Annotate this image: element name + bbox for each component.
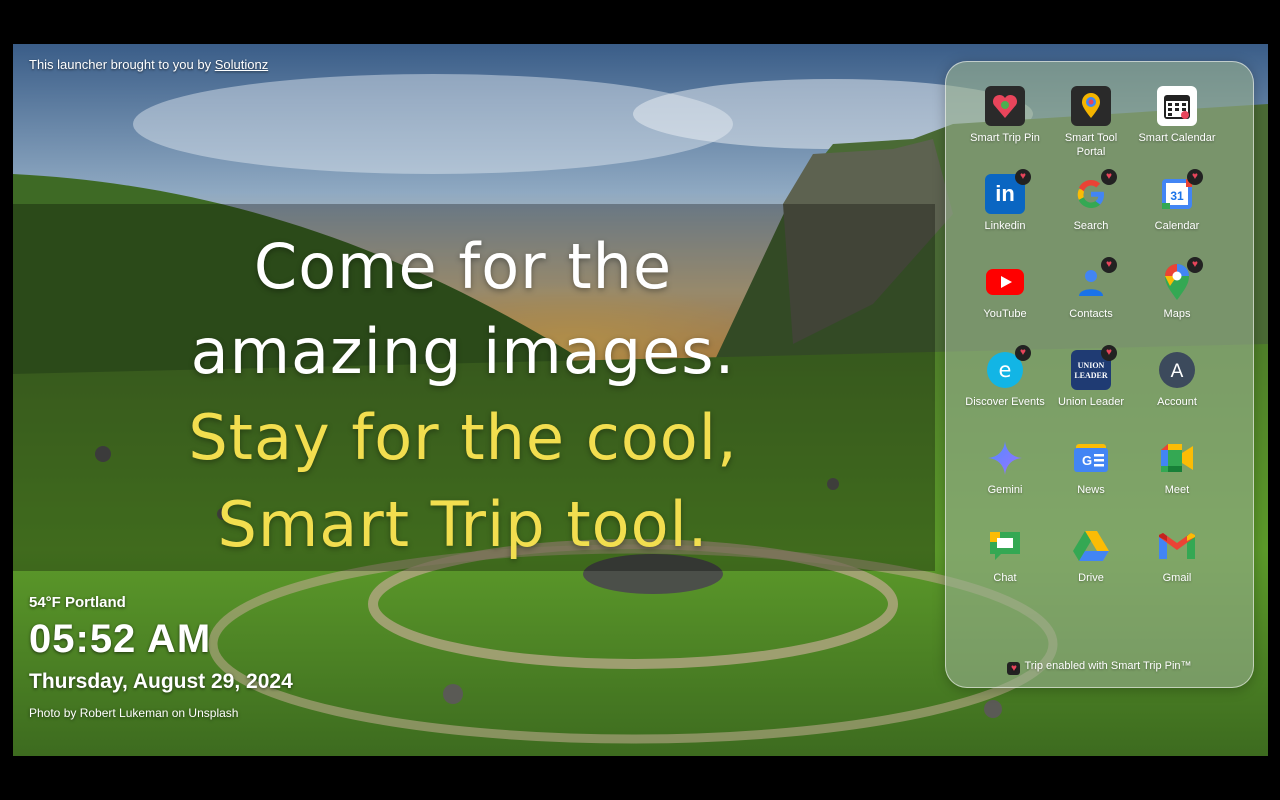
date-readout: Thursday, August 29, 2024 — [29, 670, 293, 693]
app-contacts[interactable]: Contacts — [1048, 257, 1134, 350]
union-leader-icon: UNION LEADER — [1071, 345, 1117, 390]
app-news[interactable]: G News — [1048, 438, 1134, 526]
app-smart-tool-portal[interactable]: Smart Tool Portal — [1048, 86, 1134, 174]
app-label: Smart Calendar — [1138, 132, 1216, 144]
contacts-icon — [1071, 257, 1117, 302]
app-chat[interactable]: Chat — [962, 526, 1048, 614]
weather-readout: 54°F Portland — [29, 594, 126, 611]
trip-badge-icon — [1101, 345, 1117, 361]
svg-text:e: e — [999, 358, 1012, 382]
google-chat-icon — [985, 526, 1025, 566]
app-label: Chat — [993, 572, 1017, 584]
google-news-icon: G — [1071, 438, 1111, 478]
trip-badge-icon — [1015, 345, 1031, 361]
trip-badge-icon — [1101, 257, 1117, 273]
youtube-icon — [985, 262, 1025, 302]
app-maps[interactable]: Maps — [1134, 257, 1220, 350]
app-label: Meet — [1164, 484, 1190, 496]
svg-text:A: A — [1171, 361, 1184, 382]
panel-footer-text: Trip enabled with Smart Trip Pin™ — [1024, 660, 1192, 672]
app-calendar[interactable]: 31 Calendar — [1134, 169, 1220, 262]
launcher-credit: This launcher brought to you by Solution… — [29, 57, 268, 72]
status-block: 54°F Portland 05:52 AM Thursday, August … — [29, 594, 293, 720]
launcher-screen: This launcher brought to you by Solution… — [13, 44, 1268, 756]
photo-credit: Photo by Robert Lukeman on Unsplash — [29, 706, 239, 720]
gemini-icon — [985, 438, 1025, 478]
hero-line-3: Stay for the cool, — [188, 401, 738, 474]
smart-calendar-icon — [1157, 86, 1197, 126]
app-label: Smart Trip Pin — [970, 132, 1040, 144]
trip-badge-icon — [1015, 169, 1031, 185]
app-label: Account — [1157, 396, 1197, 408]
app-youtube[interactable]: YouTube — [962, 262, 1048, 350]
panel-footer: ♥ Trip enabled with Smart Trip Pin™ — [946, 660, 1253, 675]
hero-line-4: Smart Trip tool. — [217, 488, 709, 561]
clock: 05:52 AM — [29, 617, 212, 661]
app-account[interactable]: A Account — [1134, 350, 1220, 438]
solutionz-link[interactable]: Solutionz — [215, 57, 268, 72]
trip-badge-icon — [1187, 257, 1203, 273]
app-label: Search — [1073, 220, 1109, 232]
app-label: Contacts — [1069, 308, 1113, 320]
app-label: Linkedin — [984, 220, 1026, 232]
app-label: News — [1077, 484, 1105, 496]
svg-text:31: 31 — [1170, 189, 1184, 203]
app-launcher-panel: Smart Trip Pin Smart Tool Portal Smart C… — [945, 61, 1254, 688]
app-label: Smart Tool Portal — [1064, 132, 1118, 158]
svg-text:LEADER: LEADER — [1074, 371, 1108, 380]
app-label: Drive — [1078, 572, 1104, 584]
svg-text:G: G — [1082, 453, 1092, 468]
hero-line-2: amazing images. — [190, 315, 736, 388]
smart-trip-pin-icon: ♥ — [1007, 662, 1021, 675]
discover-events-icon: e — [985, 345, 1031, 390]
app-label: YouTube — [983, 308, 1027, 320]
app-label: Maps — [1163, 308, 1191, 320]
app-smart-calendar[interactable]: Smart Calendar — [1134, 86, 1220, 174]
google-maps-icon — [1157, 257, 1203, 302]
google-calendar-icon: 31 — [1157, 169, 1203, 214]
smart-tool-portal-icon — [1071, 86, 1111, 126]
app-search[interactable]: Search — [1048, 169, 1134, 262]
app-meet[interactable]: Meet — [1134, 438, 1220, 526]
google-drive-icon — [1071, 526, 1111, 566]
trip-badge-icon — [1187, 169, 1203, 185]
launcher-credit-text: This launcher brought to you by — [29, 57, 215, 72]
app-union-leader[interactable]: UNIONLEADER Union Leader — [1048, 345, 1134, 438]
app-linkedin[interactable]: in Linkedin — [962, 169, 1048, 262]
app-gemini[interactable]: Gemini — [962, 438, 1048, 526]
trip-badge-icon — [1101, 169, 1117, 185]
account-icon: A — [1157, 350, 1197, 390]
smart-trip-pin-icon — [985, 86, 1025, 126]
app-label: Gemini — [987, 484, 1023, 496]
hero-banner: Come for the amazing images. Stay for th… — [13, 204, 935, 571]
linkedin-icon: in — [985, 169, 1031, 214]
google-meet-icon — [1157, 438, 1197, 478]
app-label: Gmail — [1162, 572, 1192, 584]
hero-line-1: Come for the — [253, 230, 673, 303]
app-discover-events[interactable]: e Discover Events — [962, 345, 1048, 438]
google-search-icon — [1071, 169, 1117, 214]
app-grid: Smart Trip Pin Smart Tool Portal Smart C… — [962, 86, 1238, 614]
app-label: Discover Events — [965, 396, 1045, 408]
app-label: Calendar — [1154, 220, 1200, 232]
app-drive[interactable]: Drive — [1048, 526, 1134, 614]
svg-text:UNION: UNION — [1078, 361, 1105, 370]
app-gmail[interactable]: Gmail — [1134, 526, 1220, 614]
app-label: Union Leader — [1057, 396, 1125, 408]
gmail-icon — [1157, 526, 1197, 566]
app-smart-trip-pin[interactable]: Smart Trip Pin — [962, 86, 1048, 174]
